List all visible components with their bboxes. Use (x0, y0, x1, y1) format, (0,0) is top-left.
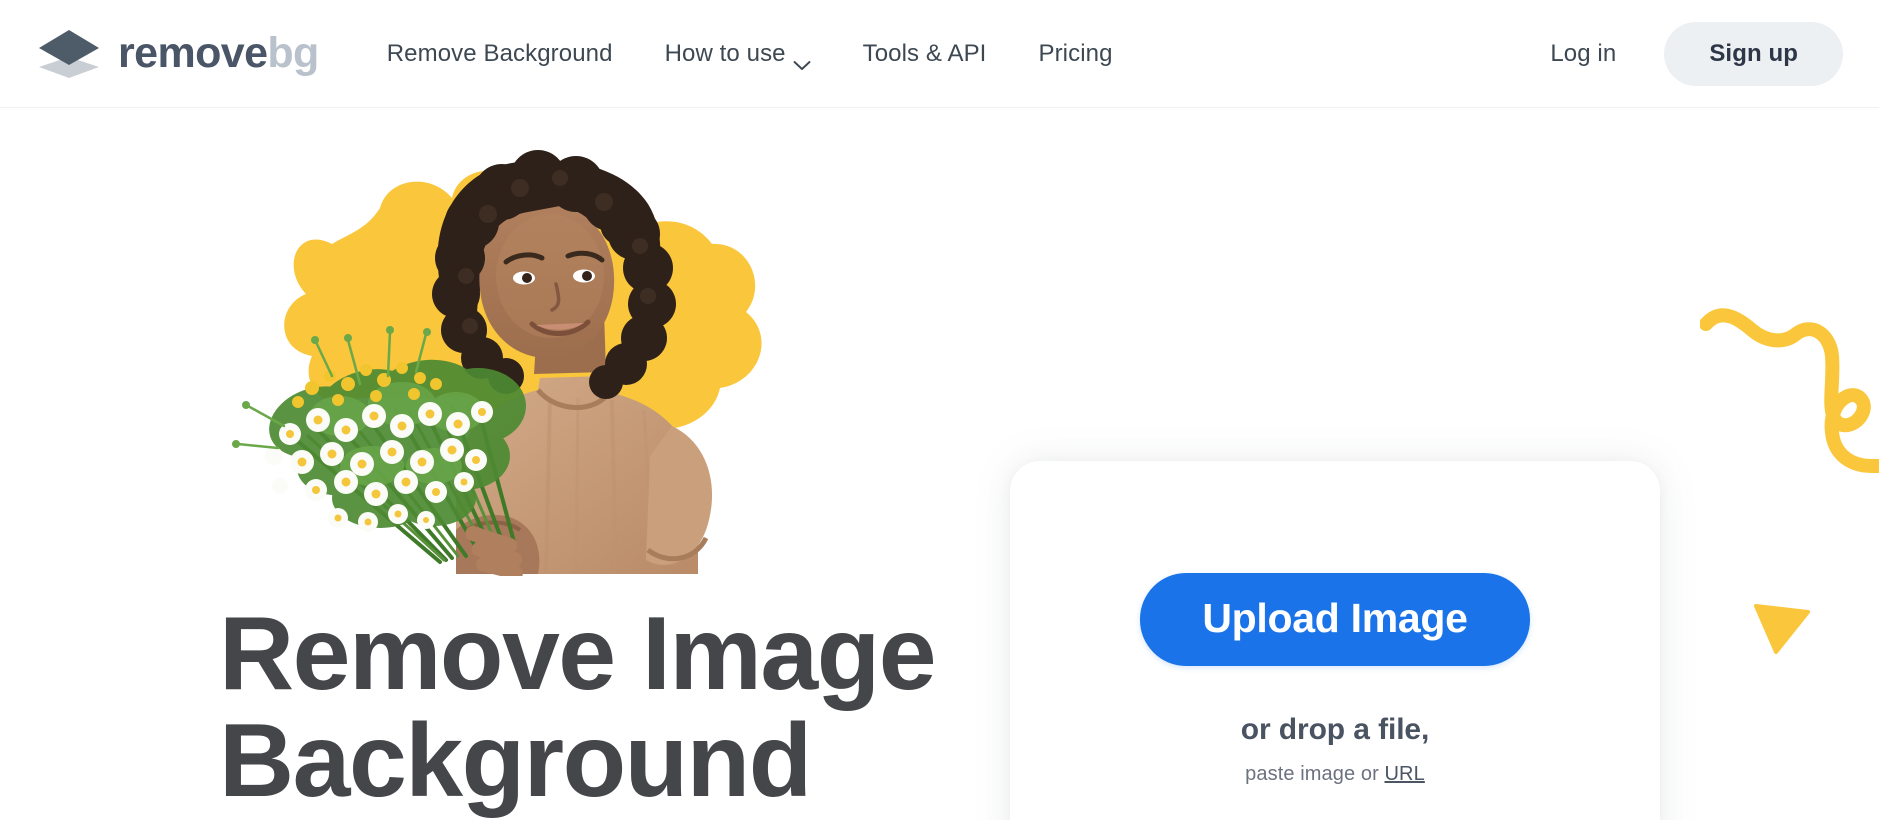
paste-hint-prefix: paste image or (1245, 763, 1385, 785)
upload-card-wrapper: Upload Image or drop a file, paste image… (1010, 461, 1660, 820)
nav-label: How to use (664, 39, 786, 67)
page-title: Remove Image Background (219, 600, 939, 815)
brand-name-part1: remove (118, 29, 268, 77)
brand-name-part2: bg (267, 29, 319, 77)
nav-item-remove-background[interactable]: Remove Background (361, 40, 639, 68)
header-actions: Log in Sign up (1524, 21, 1843, 86)
layers-stack-icon (36, 28, 102, 80)
upload-image-button[interactable]: Upload Image (1140, 573, 1530, 666)
chevron-down-icon (793, 50, 811, 70)
signup-button[interactable]: Sign up (1664, 21, 1843, 86)
site-header: remove bg Remove Background How to use To… (0, 0, 1879, 108)
yellow-triangle-icon (1752, 598, 1812, 656)
login-link[interactable]: Log in (1524, 40, 1642, 68)
nav-label: Pricing (1038, 39, 1113, 67)
headline-line-1: Remove Image (219, 596, 937, 712)
nav-item-pricing[interactable]: Pricing (1012, 40, 1138, 68)
hero-image-woman-with-flowers (220, 126, 800, 576)
upload-dropzone-card[interactable]: Upload Image or drop a file, paste image… (1010, 461, 1660, 820)
main-navigation: Remove Background How to use Tools & API… (361, 39, 1139, 70)
drop-file-text: or drop a file, (1240, 713, 1430, 746)
url-link[interactable]: URL (1385, 763, 1425, 785)
brand-logo-link[interactable]: remove bg (36, 28, 319, 80)
headline-line-2: Background (219, 703, 812, 820)
brand-wordmark: remove bg (118, 32, 319, 75)
upload-card-content: Upload Image or drop a file, paste image… (1010, 573, 1660, 786)
nav-item-how-to-use[interactable]: How to use (639, 39, 837, 70)
nav-label: Tools & API (862, 39, 987, 67)
paste-hint-text: paste image or URL (1245, 763, 1425, 786)
nav-label: Remove Background (386, 39, 613, 67)
hero-left-column: Remove Image Background (0, 108, 960, 820)
page-body: Remove Image Background Upload Image or … (0, 108, 1879, 820)
yellow-squiggle-icon (1700, 308, 1879, 498)
nav-item-tools-api[interactable]: Tools & API (837, 40, 1013, 68)
